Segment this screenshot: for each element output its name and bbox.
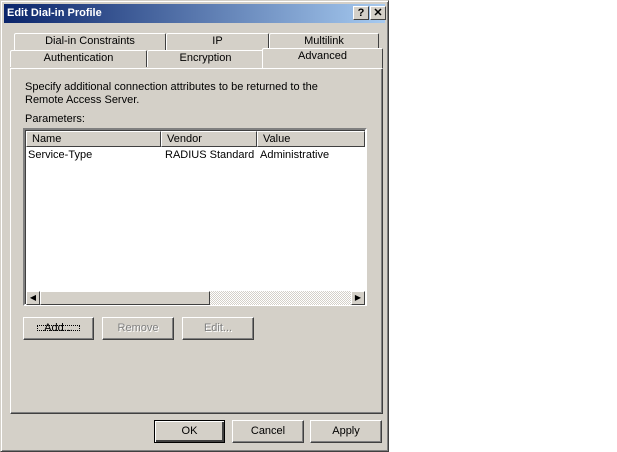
column-header-name[interactable]: Name	[26, 131, 161, 147]
cell-vendor: RADIUS Standard	[165, 149, 255, 161]
scroll-right-button[interactable]: ▶	[351, 291, 365, 305]
tab-ip[interactable]: IP	[166, 33, 269, 50]
scroll-left-button[interactable]: ◀	[26, 291, 40, 305]
remove-button[interactable]: Remove	[102, 317, 174, 340]
cell-value: Administrative	[260, 149, 330, 161]
column-header-value[interactable]: Value	[257, 131, 365, 147]
apply-button[interactable]: Apply	[310, 420, 382, 443]
edit-button[interactable]: Edit...	[182, 317, 254, 340]
horizontal-scrollbar[interactable]: ◀ ▶	[26, 291, 365, 305]
scroll-thumb[interactable]	[40, 291, 210, 305]
cell-name: Service-Type	[28, 149, 93, 161]
tab-authentication[interactable]: Authentication	[10, 50, 147, 67]
title-bar[interactable]: Edit Dial-in Profile ? ✕	[4, 4, 386, 23]
tab-advanced[interactable]: Advanced	[262, 48, 383, 68]
help-button[interactable]: ?	[353, 6, 369, 20]
arrow-right-icon: ▶	[354, 293, 362, 302]
column-header-vendor[interactable]: Vendor	[161, 131, 257, 147]
description-text: Specify additional connection attributes…	[25, 81, 318, 106]
tab-dial-in-constraints[interactable]: Dial-in Constraints	[14, 33, 166, 50]
cancel-button[interactable]: Cancel	[232, 420, 304, 443]
add-button[interactable]: Add...	[23, 317, 94, 340]
window-title: Edit Dial-in Profile	[7, 7, 102, 19]
tab-encryption[interactable]: Encryption	[147, 50, 264, 67]
add-button-label: Add...	[34, 322, 83, 334]
ok-button[interactable]: OK	[154, 420, 225, 443]
parameters-label: Parameters:	[25, 113, 85, 125]
parameters-list[interactable]: Name Vendor Value Service-Type RADIUS St…	[23, 128, 367, 306]
arrow-left-icon: ◀	[29, 293, 37, 302]
close-button[interactable]: ✕	[370, 6, 386, 20]
dialog-window: Edit Dial-in Profile ? ✕ Dial-in Constra…	[0, 0, 389, 452]
